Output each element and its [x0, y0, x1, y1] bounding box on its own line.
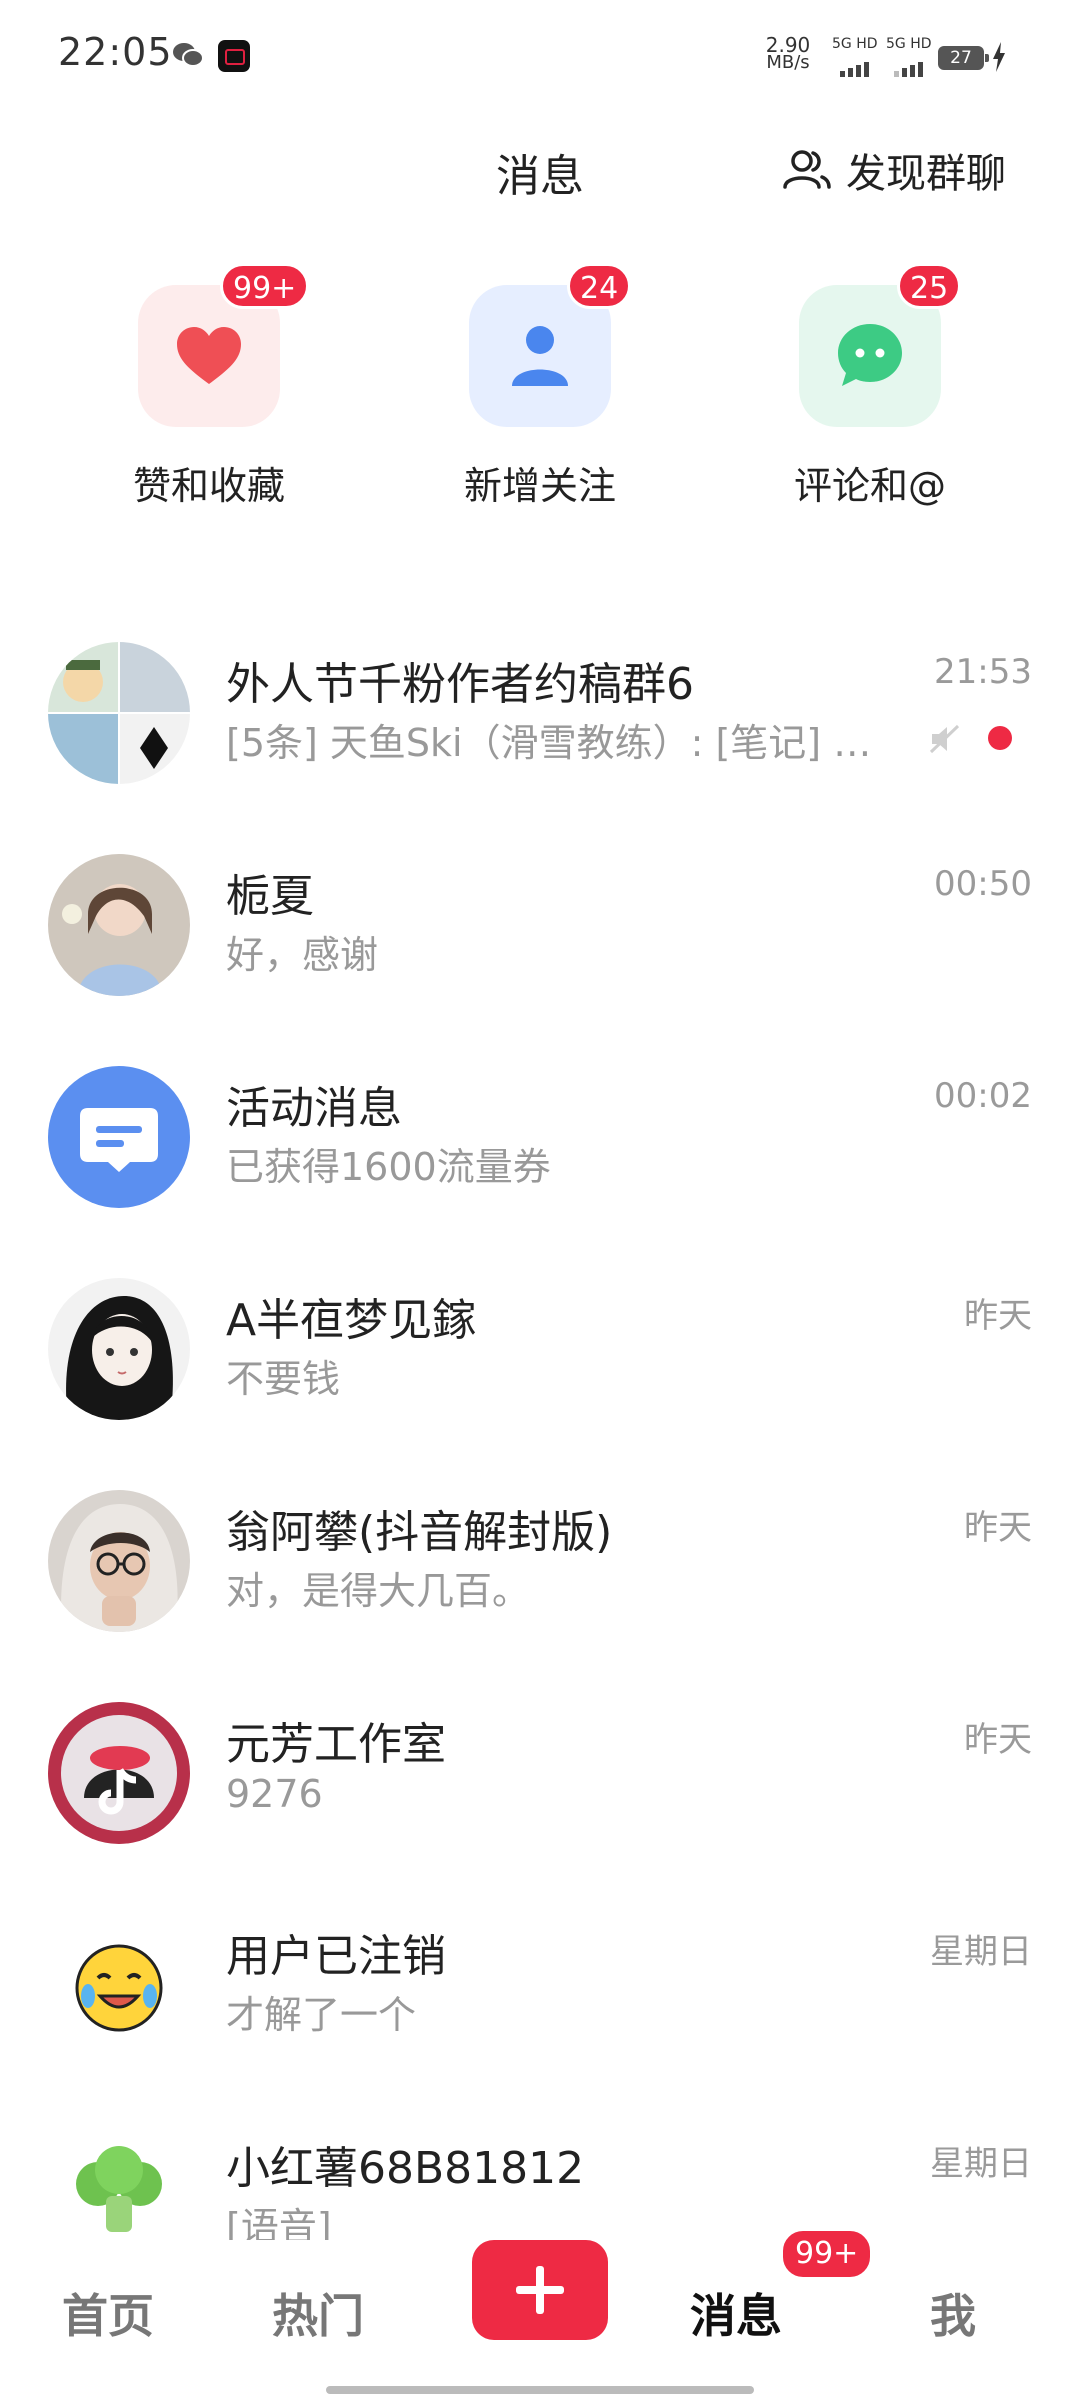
conversation-item[interactable]: 翁阿攀(抖音解封版) 对，是得大几百。 昨天 [0, 1470, 1080, 1640]
likes-badge: 99+ [220, 263, 310, 309]
nav-me[interactable]: 我 [930, 2280, 976, 2346]
new-followers-button[interactable]: 24 新增关注 [430, 263, 650, 510]
conversation-time: 星期日 [930, 1932, 1032, 1972]
muted-icon [929, 724, 960, 754]
user-avatar [48, 1490, 190, 1632]
activity-avatar [48, 1066, 190, 1208]
screen-record-icon [218, 40, 250, 72]
conversation-preview: 对，是得大几百。 [226, 1569, 531, 1613]
likes-and-favorites-button[interactable]: 99+ 赞和收藏 [99, 263, 319, 510]
bottom-navigation: 首页 热门 消息 99+ 我 [0, 2228, 1080, 2400]
conversation-preview: 不要钱 [226, 1357, 341, 1401]
conversation-time: 00:02 [934, 1076, 1032, 1116]
conversation-name: 小红薯68B81812 [226, 2143, 585, 2194]
conversation-name: 用户已注销 [226, 1931, 446, 1982]
nav-hot[interactable]: 热门 [272, 2280, 364, 2346]
followers-tile: 24 [469, 263, 632, 427]
conversation-preview: 已获得1600流量券 [226, 1145, 551, 1189]
create-post-button[interactable] [472, 2240, 608, 2340]
messages-nav-badge: 99+ [780, 2228, 874, 2280]
conversation-time: 昨天 [964, 1720, 1032, 1760]
emoji-icon [75, 1944, 163, 2032]
comments-label: 评论和@ [793, 464, 946, 508]
group-avatar [48, 642, 190, 784]
conversation-name: 外人节千粉作者约稿群6 [226, 659, 694, 710]
conversation-time: 昨天 [964, 1508, 1032, 1548]
signal-sim2-icon: 5G HD [886, 36, 940, 77]
conversation-time: 00:50 [934, 864, 1032, 904]
comments-tile: 25 [799, 263, 962, 427]
nav-home[interactable]: 首页 [62, 2280, 154, 2346]
conversation-preview: [语音] [226, 2205, 332, 2246]
likes-label: 赞和收藏 [132, 464, 285, 508]
network-speed: 2.90 MB/s [765, 33, 811, 73]
charging-icon [993, 42, 1005, 72]
discover-groups-button[interactable]: 发现群聊 [780, 140, 1006, 200]
conversation-item[interactable]: A半亱梦见鎵 不要钱 昨天 [0, 1258, 1080, 1428]
conversation-item[interactable]: 小红薯68B81812 [语音] 星期日 [0, 2106, 1080, 2246]
comments-mentions-button[interactable]: 25 评论和@ [760, 263, 980, 510]
conversation-name: 元芳工作室 [226, 1719, 446, 1770]
status-time: 22:05 [58, 30, 173, 74]
user-avatar [48, 1278, 190, 1420]
conversation-preview: 好，感谢 [226, 933, 379, 977]
status-bar: 22:05 2.90 MB/s 5G HD 5G HD 27 [0, 0, 1080, 110]
conversation-name: A半亱梦见鎵 [226, 1295, 477, 1346]
conversation-name: 翁阿攀(抖音解封版) [226, 1507, 613, 1558]
person-icon [512, 326, 568, 386]
conversation-name: 活动消息 [226, 1083, 402, 1134]
user-avatar [48, 1914, 190, 2056]
conversation-name: 栀夏 [226, 871, 314, 922]
conversation-item[interactable]: 用户已注销 才解了一个 星期日 [0, 1894, 1080, 2064]
heart-icon [177, 327, 241, 384]
followers-label: 新增关注 [463, 464, 616, 508]
unread-dot [988, 726, 1012, 750]
chat-bubble-icon [838, 324, 902, 386]
conversation-item[interactable]: 栀夏 好，感谢 00:50 [0, 834, 1080, 1004]
user-avatar [48, 854, 190, 996]
conversation-item[interactable]: 外人节千粉作者约稿群6 [5条] 天鱼Ski（滑雪教练）: [笔记] … 21:… [0, 622, 1080, 792]
broccoli-icon [76, 2146, 162, 2232]
battery-icon: 27 [938, 46, 989, 70]
conversation-time: 昨天 [964, 1296, 1032, 1336]
user-avatar [48, 1702, 190, 1844]
conversation-preview: 9276 [226, 1772, 323, 1816]
group-icon [783, 150, 831, 189]
discover-groups-label: 发现群聊 [846, 151, 1006, 197]
nav-messages[interactable]: 消息 [690, 2280, 782, 2346]
wechat-icon [173, 43, 204, 67]
comments-badge: 25 [897, 263, 962, 309]
conversation-item[interactable]: 活动消息 已获得1600流量券 00:02 [0, 1046, 1080, 1216]
conversation-time: 21:53 [934, 652, 1032, 692]
plus-icon [516, 2266, 564, 2314]
followers-badge: 24 [567, 263, 632, 309]
likes-tile: 99+ [138, 263, 310, 427]
conversation-item[interactable]: 元芳工作室 9276 昨天 [0, 1682, 1080, 1852]
conversation-time: 星期日 [930, 2144, 1032, 2184]
conversation-preview: [5条] 天鱼Ski（滑雪教练）: [笔记] … [226, 721, 872, 765]
home-indicator[interactable] [326, 2386, 754, 2394]
signal-sim1-icon: 5G HD [832, 36, 886, 77]
message-icon [80, 1108, 158, 1172]
user-avatar [48, 2126, 190, 2246]
conversation-preview: 才解了一个 [226, 1993, 417, 2037]
